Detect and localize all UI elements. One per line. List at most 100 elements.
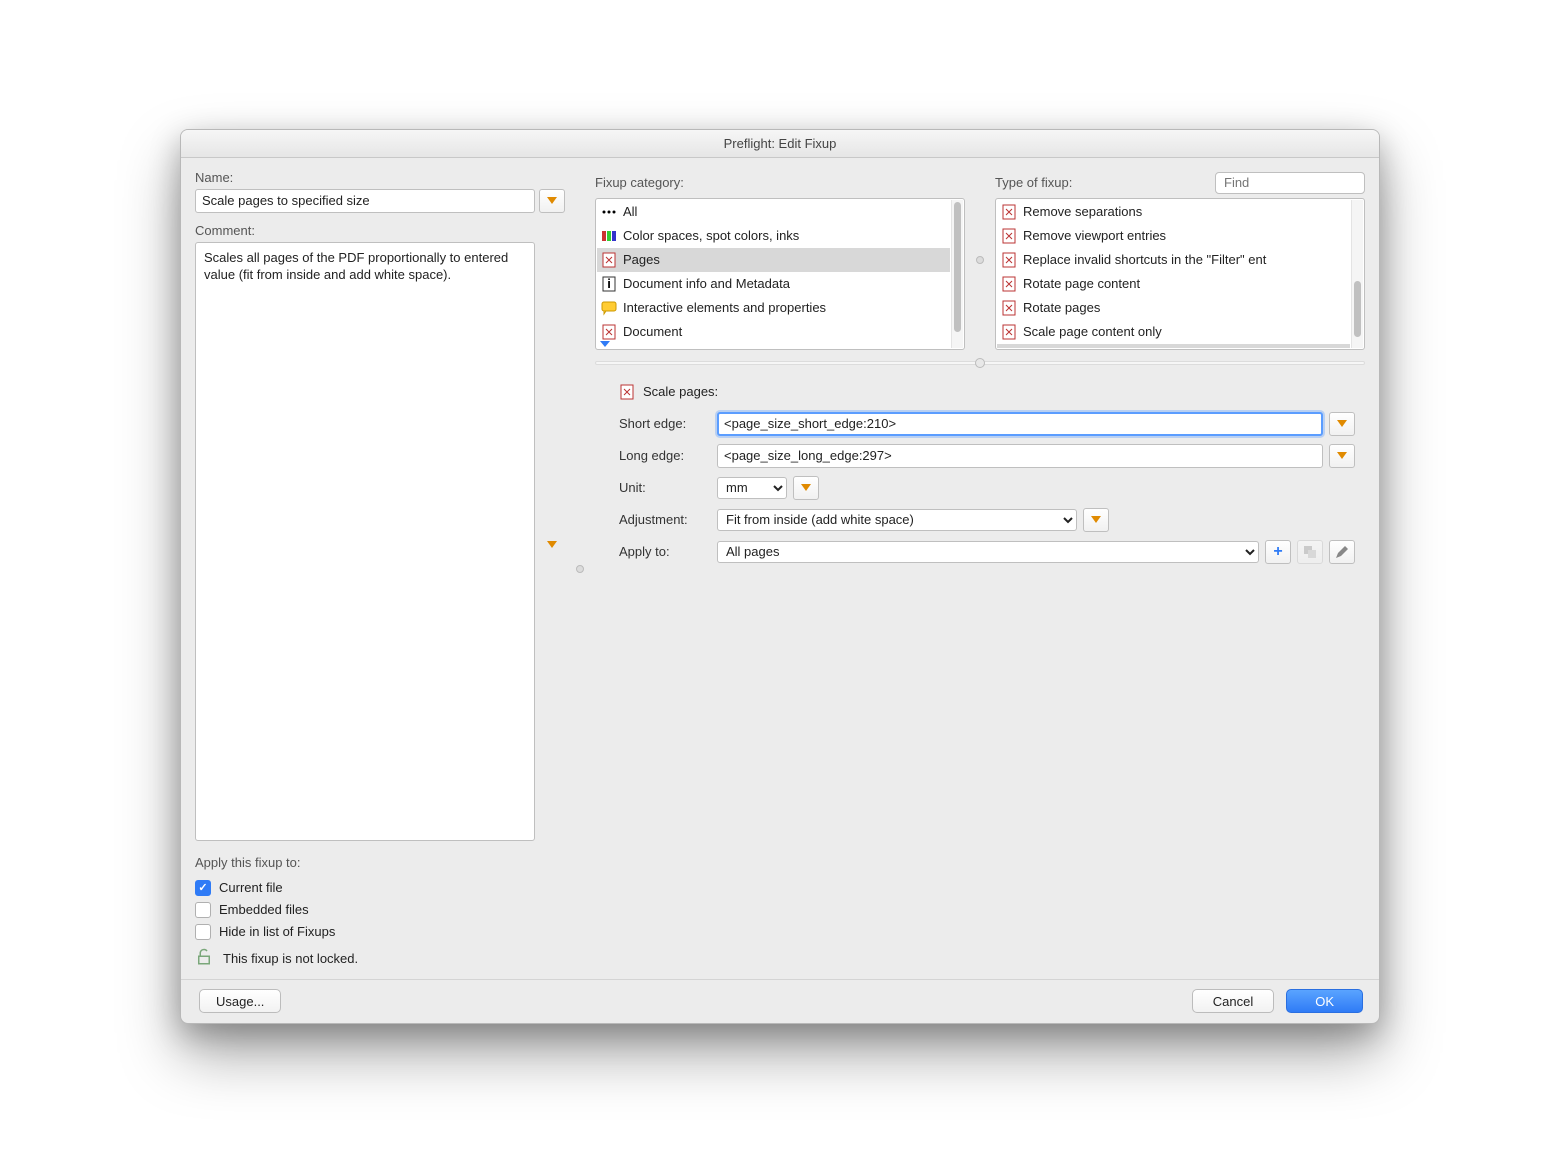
unit-dropdown[interactable] xyxy=(793,476,819,500)
fixup-item-label: Remove separations xyxy=(1023,204,1142,219)
top-lists: Fixup category: All Color spaces, spot co… xyxy=(595,170,1365,350)
category-item-label: All xyxy=(623,204,637,219)
fixup-item[interactable]: Rotate pages xyxy=(997,296,1350,320)
swatch-icon xyxy=(601,228,617,244)
lock-status-text: This fixup is not locked. xyxy=(223,951,358,966)
category-item[interactable]: Pages xyxy=(597,248,950,272)
pdf-icon xyxy=(601,252,617,268)
pencil-icon xyxy=(1334,544,1350,560)
chevron-down-icon xyxy=(1337,420,1347,427)
edit-button[interactable] xyxy=(1329,540,1355,564)
category-item-label: Color spaces, spot colors, inks xyxy=(623,228,799,243)
splitter-grip-icon xyxy=(576,565,584,573)
checkbox-hide-in-list[interactable] xyxy=(195,924,211,940)
scrollbar[interactable] xyxy=(951,200,963,348)
checkbox-current-file[interactable] xyxy=(195,880,211,896)
dialog-footer: Usage... Cancel OK xyxy=(181,979,1379,1023)
long-edge-input[interactable]: <page_size_long_edge:297> xyxy=(717,444,1323,468)
category-item[interactable]: Color spaces, spot colors, inks xyxy=(597,224,950,248)
category-header: Fixup category: xyxy=(595,175,684,190)
info-icon: i xyxy=(601,276,617,292)
checkbox-hide-in-list-label: Hide in list of Fixups xyxy=(219,924,335,939)
fixup-listbox[interactable]: Remove separations Remove viewport entrie… xyxy=(995,198,1365,350)
pdf-icon xyxy=(1001,276,1017,292)
fixup-item[interactable]: Rotate page content xyxy=(997,272,1350,296)
adjustment-label: Adjustment: xyxy=(619,512,711,527)
comment-label: Comment: xyxy=(195,223,565,238)
fixup-item-label: Rotate pages xyxy=(1023,300,1100,315)
unlock-icon xyxy=(195,948,213,969)
chevron-down-icon xyxy=(801,484,811,491)
category-listbox[interactable]: AllColor spaces, spot colors, inksPagesi… xyxy=(595,198,965,350)
chat-icon xyxy=(601,300,617,316)
fixup-item[interactable]: Remove separations xyxy=(997,200,1350,224)
category-item-label: Interactive elements and properties xyxy=(623,300,826,315)
apply-to-select[interactable]: All pages xyxy=(717,541,1259,563)
pdf-icon xyxy=(1001,228,1017,244)
fixup-item-label: Scale page content only xyxy=(1023,324,1162,339)
vertical-splitter[interactable] xyxy=(573,170,587,969)
apply-section: Apply this fixup to: Current file Embedd… xyxy=(195,855,565,969)
dialog-window: Preflight: Edit Fixup Name: Comment: Sca… xyxy=(180,129,1380,1024)
fixup-item[interactable]: Remove viewport entries xyxy=(997,224,1350,248)
ok-button[interactable]: OK xyxy=(1286,989,1363,1013)
window-title: Preflight: Edit Fixup xyxy=(181,130,1379,158)
unit-select[interactable]: mm xyxy=(717,477,787,499)
fixup-item[interactable]: Scale pages xyxy=(997,344,1350,348)
adjustment-dropdown[interactable] xyxy=(1083,508,1109,532)
fixup-form: Scale pages: Short edge: <page_size_shor… xyxy=(595,380,1365,572)
category-item[interactable]: All xyxy=(597,200,950,224)
name-dropdown-button[interactable] xyxy=(539,189,565,213)
horizontal-splitter[interactable] xyxy=(595,356,1365,370)
pdf-icon xyxy=(1001,324,1017,340)
fixup-item[interactable]: Scale page content only xyxy=(997,320,1350,344)
category-item[interactable]: Document xyxy=(597,320,950,344)
short-edge-label: Short edge: xyxy=(619,416,711,431)
usage-button[interactable]: Usage... xyxy=(199,989,281,1013)
adjustment-select[interactable]: Fit from inside (add white space) xyxy=(717,509,1077,531)
pdf-icon xyxy=(1001,300,1017,316)
category-item-label: Document info and Metadata xyxy=(623,276,790,291)
pdf-icon xyxy=(619,384,635,400)
pdf-icon xyxy=(1001,252,1017,268)
layers-icon xyxy=(1302,544,1318,560)
apply-to-label: Apply to: xyxy=(619,544,711,559)
form-title: Scale pages: xyxy=(643,384,718,399)
splitter-grip-icon xyxy=(976,256,984,264)
cancel-button[interactable]: Cancel xyxy=(1192,989,1274,1013)
find-input[interactable] xyxy=(1215,172,1365,194)
category-item-label: Document xyxy=(623,324,682,339)
chevron-down-icon xyxy=(1091,516,1101,523)
name-input[interactable] xyxy=(195,189,535,213)
pdf-icon xyxy=(1001,204,1017,220)
category-item[interactable]: i Document info and Metadata xyxy=(597,272,950,296)
checkbox-embedded-files[interactable] xyxy=(195,902,211,918)
short-edge-dropdown[interactable] xyxy=(1329,412,1355,436)
comment-textarea[interactable]: Scales all pages of the PDF proportional… xyxy=(195,242,535,841)
unit-label: Unit: xyxy=(619,480,711,495)
short-edge-input[interactable]: <page_size_short_edge:210> xyxy=(717,412,1323,436)
pdf-icon xyxy=(601,324,617,340)
category-item[interactable]: Interactive elements and properties xyxy=(597,296,950,320)
chevron-down-icon xyxy=(1337,452,1347,459)
splitter-grip-icon xyxy=(975,358,985,368)
long-edge-dropdown[interactable] xyxy=(1329,444,1355,468)
fixup-item-label: Rotate page content xyxy=(1023,276,1140,291)
left-panel: Name: Comment: Scales all pages of the P… xyxy=(195,170,565,969)
fixup-item[interactable]: Replace invalid shortcuts in the "Filter… xyxy=(997,248,1350,272)
add-button[interactable]: + xyxy=(1265,540,1291,564)
layers-button xyxy=(1297,540,1323,564)
list-splitter[interactable] xyxy=(973,170,987,350)
category-item[interactable]: Page contents xyxy=(597,344,950,348)
scrollbar[interactable] xyxy=(1351,200,1363,348)
fixup-header: Type of fixup: xyxy=(995,175,1072,190)
dots-icon xyxy=(601,204,617,220)
dialog-content: Name: Comment: Scales all pages of the P… xyxy=(181,158,1379,979)
chevron-down-icon xyxy=(547,541,557,548)
checkbox-embedded-files-label: Embedded files xyxy=(219,902,309,917)
apply-label: Apply this fixup to: xyxy=(195,855,565,870)
long-edge-label: Long edge: xyxy=(619,448,711,463)
expand-chevron-icon[interactable] xyxy=(600,341,610,347)
category-item-label: Pages xyxy=(623,252,660,267)
chevron-down-icon xyxy=(547,197,557,204)
